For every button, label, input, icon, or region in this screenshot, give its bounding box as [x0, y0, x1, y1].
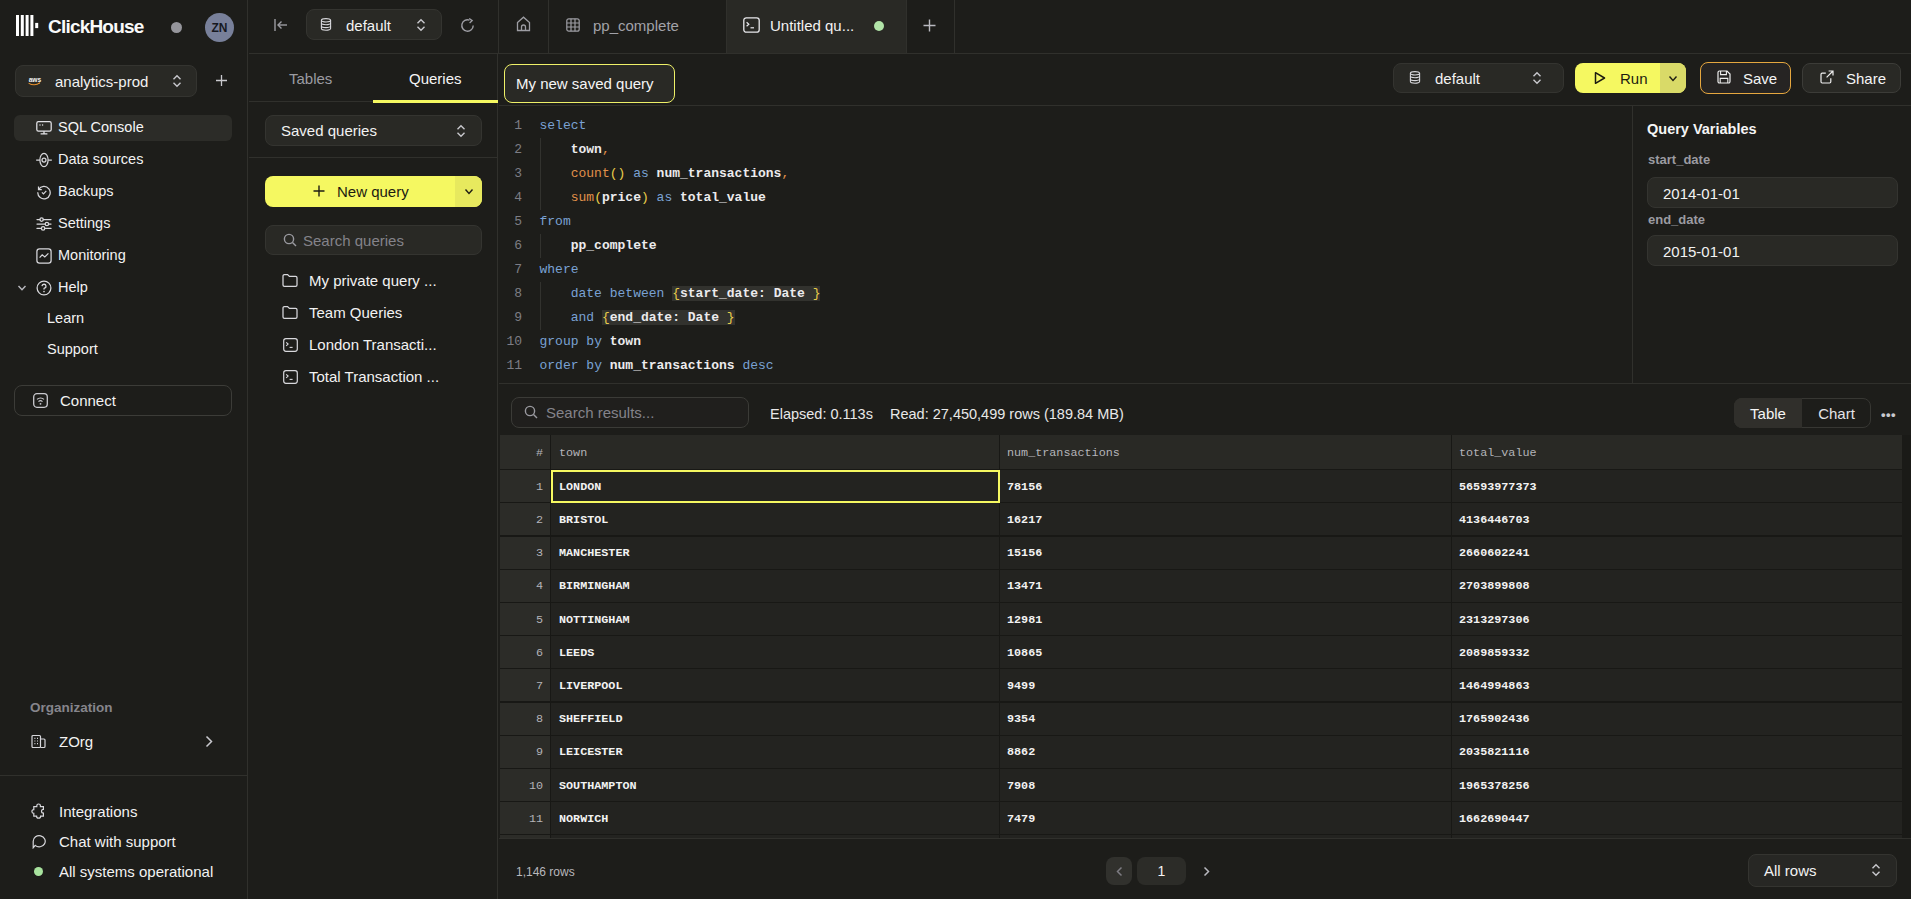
svg-text:aws: aws — [29, 76, 42, 83]
